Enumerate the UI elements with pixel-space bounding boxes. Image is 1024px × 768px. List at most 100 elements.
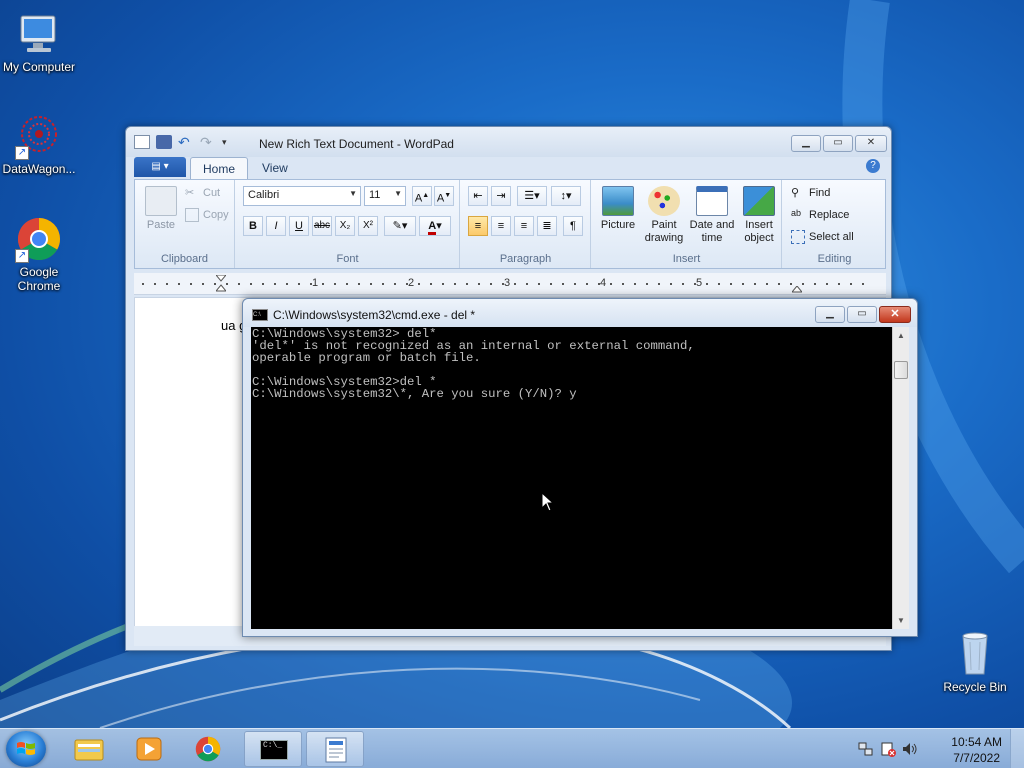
find-button[interactable]: ⚲ Find bbox=[791, 186, 830, 200]
highlight-color-button[interactable]: ✎▾ bbox=[384, 216, 416, 236]
taskbar: C:\_ 10:54 AM 7/7/2022 bbox=[0, 728, 1024, 768]
shrink-font-button[interactable]: A▼ bbox=[434, 186, 454, 206]
italic-button[interactable]: I bbox=[266, 216, 286, 236]
insert-group-label: Insert bbox=[672, 253, 701, 265]
wordpad-titlebar[interactable]: ↶ ↷ ▾ New Rich Text Document - WordPad ▁… bbox=[126, 127, 891, 157]
vertical-scrollbar[interactable]: ▲ ▼ bbox=[892, 327, 909, 629]
ruler-tick bbox=[814, 283, 816, 285]
scroll-down-icon[interactable]: ▼ bbox=[893, 612, 909, 629]
justify-button[interactable]: ≣ bbox=[537, 216, 557, 236]
cmd-window[interactable]: C:\ C:\Windows\system32\cmd.exe - del * … bbox=[242, 298, 918, 637]
align-right-button[interactable]: ≡ bbox=[514, 216, 534, 236]
network-icon[interactable] bbox=[858, 741, 874, 757]
align-left-button[interactable]: ≡ bbox=[468, 216, 488, 236]
subscript-button[interactable]: X₂ bbox=[335, 216, 355, 236]
align-center-button[interactable]: ≡ bbox=[491, 216, 511, 236]
ruler-tick bbox=[310, 283, 312, 285]
paint-drawing-button[interactable]: Paint drawing bbox=[642, 186, 686, 245]
redo-icon[interactable]: ↷ bbox=[200, 135, 216, 149]
paste-button[interactable]: Paste bbox=[143, 186, 179, 232]
paragraph-group-label: Paragraph bbox=[499, 253, 552, 265]
desktop-icon-google-chrome[interactable]: ↗ Google Chrome bbox=[0, 215, 78, 293]
application-menu-button[interactable]: ▤ ▾ bbox=[134, 157, 186, 177]
copy-label: Copy bbox=[203, 209, 229, 221]
font-family-select[interactable]: Calibri ▼ bbox=[243, 186, 361, 206]
close-button[interactable]: ✕ bbox=[855, 135, 887, 152]
select-all-button[interactable]: Select all bbox=[791, 230, 854, 244]
bold-button[interactable]: B bbox=[243, 216, 263, 236]
clock[interactable]: 10:54 AM 7/7/2022 bbox=[951, 734, 1002, 766]
ruler-tick bbox=[586, 283, 588, 285]
underline-button[interactable]: U bbox=[289, 216, 309, 236]
ruler[interactable]: 1 2 3 4 5 bbox=[134, 273, 886, 295]
increase-indent-button[interactable]: ⇥ bbox=[491, 186, 511, 206]
desktop-icon-label: My Computer bbox=[2, 60, 76, 74]
taskbar-chrome[interactable] bbox=[180, 731, 238, 767]
taskbar-media-player[interactable] bbox=[120, 731, 178, 767]
text-color-button[interactable]: A▾ bbox=[419, 216, 451, 236]
find-label: Find bbox=[809, 187, 831, 199]
font-size-select[interactable]: 11 ▼ bbox=[364, 186, 406, 206]
minimize-button[interactable]: ▁ bbox=[791, 135, 821, 152]
save-icon[interactable] bbox=[156, 135, 172, 149]
paint-drawing-label: Paint drawing bbox=[644, 219, 684, 244]
undo-icon[interactable]: ↶ bbox=[178, 135, 194, 149]
strikethrough-button[interactable]: abc bbox=[312, 216, 332, 236]
scroll-up-icon[interactable]: ▲ bbox=[893, 327, 909, 344]
ruler-tick bbox=[190, 283, 192, 285]
maximize-button[interactable]: ▭ bbox=[847, 306, 877, 323]
ruler-tick bbox=[802, 283, 804, 285]
ruler-tick bbox=[850, 283, 852, 285]
taskbar-cmd[interactable]: C:\_ bbox=[244, 731, 302, 767]
show-desktop-button[interactable] bbox=[1010, 729, 1024, 768]
line-spacing-button[interactable]: ↕▾ bbox=[551, 186, 581, 206]
desktop-icon-recycle-bin[interactable]: Recycle Bin bbox=[936, 630, 1014, 694]
superscript-button[interactable]: X² bbox=[358, 216, 378, 236]
paragraph-group: ⇤ ⇥ ☰▾ ↕▾ ≡ ≡ ≡ ≣ ¶ Paragraph bbox=[461, 180, 591, 268]
scroll-thumb[interactable] bbox=[894, 361, 908, 379]
copy-button[interactable]: Copy bbox=[185, 208, 229, 222]
close-button[interactable]: ✕ bbox=[879, 306, 911, 323]
decrease-indent-button[interactable]: ⇤ bbox=[468, 186, 488, 206]
ruler-tick bbox=[166, 283, 168, 285]
ruler-tick bbox=[574, 283, 576, 285]
taskbar-wordpad[interactable] bbox=[306, 731, 364, 767]
volume-icon[interactable] bbox=[902, 741, 918, 757]
taskbar-explorer[interactable] bbox=[60, 731, 118, 767]
copy-icon bbox=[185, 208, 199, 222]
date-time-button[interactable]: Date and time bbox=[688, 186, 736, 245]
grow-font-button[interactable]: A▲ bbox=[412, 186, 432, 206]
select-all-label: Select all bbox=[809, 231, 854, 243]
action-center-icon[interactable] bbox=[880, 741, 896, 757]
tab-home[interactable]: Home bbox=[190, 157, 249, 179]
ruler-tick bbox=[214, 283, 216, 285]
insert-object-button[interactable]: Insert object bbox=[738, 186, 780, 245]
picture-button[interactable]: Picture bbox=[596, 186, 640, 232]
right-indent-marker[interactable] bbox=[790, 283, 804, 293]
indent-marker[interactable] bbox=[214, 274, 228, 292]
ruler-tick bbox=[730, 283, 732, 285]
desktop-icon-my-computer[interactable]: My Computer bbox=[0, 10, 78, 74]
cmd-titlebar[interactable]: C:\ C:\Windows\system32\cmd.exe - del * … bbox=[243, 299, 917, 327]
minimize-button[interactable]: ▁ bbox=[815, 306, 845, 323]
console-output-area[interactable]: C:\Windows\system32> del* 'del*' is not … bbox=[251, 327, 894, 629]
desktop-icon-datawagon[interactable]: ↗ DataWagon... bbox=[0, 112, 78, 176]
bullets-button[interactable]: ☰▾ bbox=[517, 186, 547, 206]
select-all-icon bbox=[791, 230, 805, 244]
picture-label: Picture bbox=[600, 219, 636, 231]
customize-qat-icon[interactable]: ▾ bbox=[222, 135, 238, 149]
ruler-tick bbox=[670, 283, 672, 285]
tab-view[interactable]: View bbox=[250, 157, 300, 179]
paragraph-settings-button[interactable]: ¶ bbox=[563, 216, 583, 236]
start-button[interactable] bbox=[6, 731, 46, 767]
ruler-tick bbox=[154, 283, 156, 285]
binoculars-icon: ⚲ bbox=[791, 187, 800, 199]
chrome-icon bbox=[195, 736, 221, 762]
cut-button[interactable]: ✂ Cut bbox=[185, 186, 220, 200]
maximize-button[interactable]: ▭ bbox=[823, 135, 853, 152]
help-icon[interactable]: ? bbox=[866, 159, 880, 173]
shortcut-arrow-icon: ↗ bbox=[15, 146, 29, 160]
replace-button[interactable]: ab Replace bbox=[791, 208, 849, 222]
ruler-tick bbox=[394, 283, 396, 285]
ruler-tick bbox=[238, 283, 240, 285]
